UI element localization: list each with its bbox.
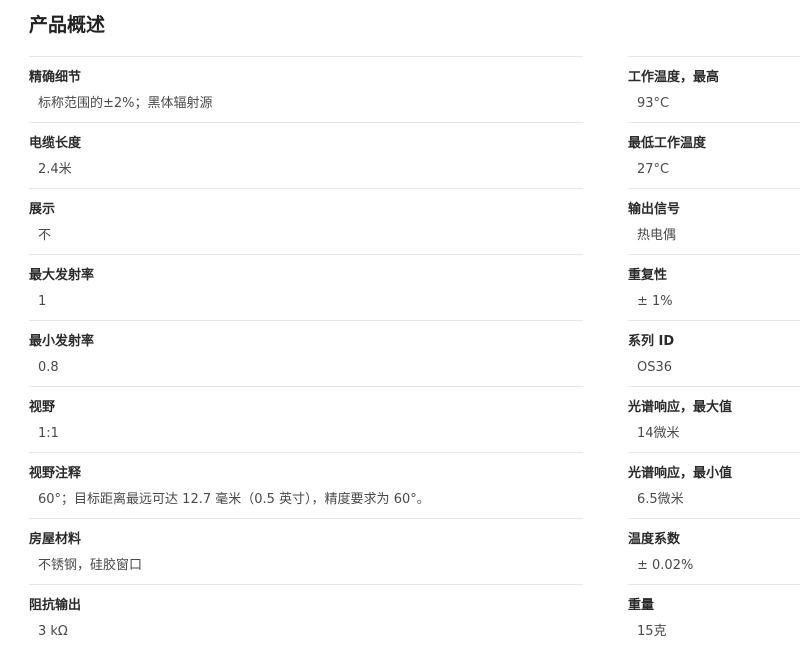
spec-value: 1	[38, 294, 47, 309]
spec-value: 27°C	[637, 162, 670, 177]
spec-label: 输出信号	[628, 202, 681, 217]
spec-label: 视野	[29, 400, 56, 415]
spec-label: 最大发射率	[29, 268, 95, 283]
spec-label: 房屋材料	[29, 532, 82, 547]
spec-row: 光谱响应，最小值 6.5微米	[628, 452, 800, 518]
spec-row: 输出信号 热电偶	[628, 188, 800, 254]
spec-value: 60°；目标距离最远可达 12.7 毫米（0.5 英寸），精度要求为 60°。	[38, 492, 430, 507]
spec-row: 阻抗输出 3 kΩ	[29, 584, 583, 650]
spec-label: 电缆长度	[29, 136, 82, 151]
spec-value: 1:1	[38, 426, 59, 441]
spec-value: 不锈钢，硅胶窗口	[38, 558, 143, 573]
product-overview-page: 产品概述 精确细节 标称范围的±2%；黑体辐射源 电缆长度 2.4米 展示 不 …	[0, 0, 800, 654]
spec-label: 重复性	[628, 268, 668, 283]
spec-row: 最低工作温度 27°C	[628, 122, 800, 188]
spec-row: 温度系数 ± 0.02%	[628, 518, 800, 584]
spec-row: 光谱响应，最大值 14微米	[628, 386, 800, 452]
spec-value: 0.8	[38, 360, 59, 375]
spec-value: 15克	[637, 624, 667, 639]
spec-row: 系列 ID OS36	[628, 320, 800, 386]
spec-label: 光谱响应，最小值	[628, 466, 733, 481]
spec-value: 热电偶	[637, 228, 677, 243]
spec-label: 工作温度，最高	[628, 70, 720, 85]
spec-row: 重量 15克	[628, 584, 800, 650]
spec-row: 视野 1:1	[29, 386, 583, 452]
spec-value: 2.4米	[38, 162, 72, 177]
spec-value: ± 1%	[637, 294, 673, 309]
spec-label: 光谱响应，最大值	[628, 400, 733, 415]
spec-label: 精确细节	[29, 70, 82, 85]
spec-row: 工作温度，最高 93°C	[628, 56, 800, 122]
spec-value: 3 kΩ	[38, 624, 68, 639]
spec-label: 展示	[29, 202, 56, 217]
spec-row: 展示 不	[29, 188, 583, 254]
spec-row: 电缆长度 2.4米	[29, 122, 583, 188]
spec-label: 重量	[628, 598, 655, 613]
spec-label: 阻抗输出	[29, 598, 82, 613]
spec-value: 14微米	[637, 426, 680, 441]
spec-row: 重复性 ± 1%	[628, 254, 800, 320]
spec-value: 93°C	[637, 96, 670, 111]
spec-label: 最小发射率	[29, 334, 95, 349]
spec-value: 不	[38, 228, 52, 243]
spec-label: 温度系数	[628, 532, 681, 547]
spec-label: 系列 ID	[628, 334, 675, 349]
section-title: 产品概述	[29, 14, 106, 36]
spec-row: 房屋材料 不锈钢，硅胶窗口	[29, 518, 583, 584]
specs-column-left: 精确细节 标称范围的±2%；黑体辐射源 电缆长度 2.4米 展示 不 最大发射率…	[29, 56, 583, 650]
spec-value: ± 0.02%	[637, 558, 694, 573]
spec-label: 最低工作温度	[628, 136, 707, 151]
specs-column-right: 工作温度，最高 93°C 最低工作温度 27°C 输出信号 热电偶 重复性 ± …	[628, 56, 800, 650]
spec-value: 标称范围的±2%；黑体辐射源	[38, 96, 213, 111]
spec-row: 最大发射率 1	[29, 254, 583, 320]
spec-row: 精确细节 标称范围的±2%；黑体辐射源	[29, 56, 583, 122]
spec-label: 视野注释	[29, 466, 82, 481]
spec-row: 最小发射率 0.8	[29, 320, 583, 386]
spec-value: OS36	[637, 360, 673, 375]
spec-row: 视野注释 60°；目标距离最远可达 12.7 毫米（0.5 英寸），精度要求为 …	[29, 452, 583, 518]
spec-value: 6.5微米	[637, 492, 684, 507]
